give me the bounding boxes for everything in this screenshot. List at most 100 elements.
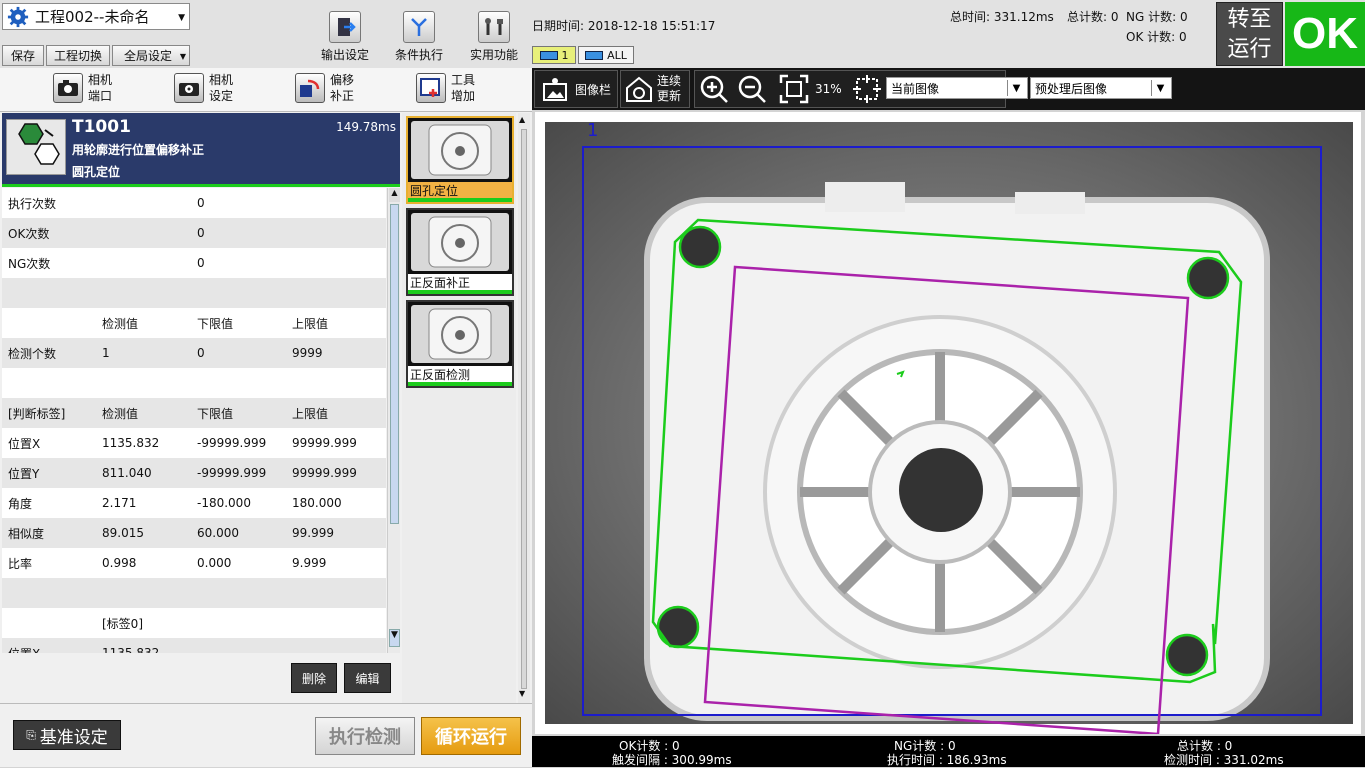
current-image-select[interactable]: 当前图像 ▼ [886,77,1028,99]
branch-icon [403,11,435,43]
table-cell: 相似度 [8,526,45,541]
table-row[interactable]: 位置X 1135.832 [2,638,386,653]
table-cell: -180.000 [197,496,251,510]
loop-run-button[interactable]: 循环运行 [421,717,521,755]
camera-port-button[interactable]: 相机 端口 [53,72,112,104]
table-row[interactable]: 位置X 1135.832 -99999.999 99999.999 [2,428,386,458]
tool-time: 149.78ms [336,120,396,134]
export-icon [329,11,361,43]
table-row[interactable] [2,368,386,398]
scroll-up-icon[interactable]: ▲ [519,115,525,124]
region-select-icon[interactable] [850,72,884,106]
detected-hole [656,605,700,649]
table-row[interactable]: 检测个数 1 0 9999 [2,338,386,368]
table-cell: -99999.999 [197,436,267,450]
current-tool-header: T1001 149.78ms 用轮廓进行位置偏移补正 圆孔定位 [2,113,400,185]
table-cell: 1 [102,346,110,360]
global-settings-button[interactable]: 全局设定 ▼ [112,45,190,66]
delete-button[interactable]: 删除 [291,663,337,693]
total-time-display: 总时间: 331.12ms [950,8,1054,25]
table-cell: -99999.999 [197,466,267,480]
condition-exec-button[interactable]: 条件执行 [391,11,447,63]
tool-offset-l1: 偏移 [330,73,355,87]
image-toolbar: 图像栏 连续 更新 31% 当前图像 ▼ 预处理后图像 ▼ [532,68,1365,110]
continuous-update-button[interactable]: 连续 更新 [620,70,690,108]
thumb-item-side-inspect[interactable]: 正反面检测 [406,300,514,388]
tool-camera-port-l1: 相机 [88,73,113,87]
scroll-up-icon[interactable]: ▲ [389,188,400,202]
total-count-label: 总计数: [1067,10,1108,24]
table-scrollbar[interactable]: ▲ ▼ [387,188,400,653]
camera-icon [539,50,558,60]
image-bar-button[interactable]: 图像栏 [534,70,618,108]
offset-correction-button[interactable]: 偏移 补正 [295,72,354,104]
fit-screen-icon[interactable] [777,72,811,106]
camera-icon [53,73,83,103]
scroll-down-icon[interactable]: ▼ [519,689,525,698]
table-row[interactable]: 比率 0.998 0.000 9.999 [2,548,386,578]
continuous-label-2: 更新 [657,89,682,103]
edit-button[interactable]: 编辑 [344,663,391,693]
table-cell: 99999.999 [292,436,357,450]
reference-settings-label: 基准设定 [39,727,108,748]
tool-id: T1001 [72,117,131,137]
table-cell: 角度 [8,496,33,511]
table-row[interactable]: OK次数 0 [2,218,386,248]
detected-hole [1186,256,1230,300]
table-cell: 811.040 [102,466,152,480]
table-cell: 60.000 [197,526,239,540]
table-row[interactable] [2,278,386,308]
table-cell: 比率 [8,556,33,571]
table-row[interactable]: 执行次数 0 [2,188,386,218]
table-row[interactable] [2,578,386,608]
switch-project-button[interactable]: 工程切换 [46,45,110,66]
camera-gear-icon [174,73,204,103]
scrollbar-thumb[interactable] [521,129,527,689]
zoom-in-icon[interactable] [697,72,731,106]
table-cell: 检测值 [102,316,139,331]
table-row[interactable]: NG次数 0 [2,248,386,278]
result-table: 执行次数 0 OK次数 0 NG次数 0 检测值 下限值 上限值 检测个数 1 0 9999 [判断标签]… [2,188,386,653]
preprocessed-image-select[interactable]: 预处理后图像 ▼ [1030,77,1172,99]
project-selector[interactable]: 工程002--未命名 ▼ [2,3,190,30]
tool-status-bar [2,184,400,187]
image-viewport[interactable]: 1 [535,112,1361,736]
thumb-status-bar [408,382,512,386]
output-settings-button[interactable]: 输出设定 [317,11,373,63]
ok-count-label: OK 计数: [1126,30,1176,44]
offset-icon [295,73,325,103]
table-cell: 下限值 [197,406,234,421]
execute-inspection-button[interactable]: 执行检测 [315,717,415,755]
part-tab [1015,192,1085,214]
thumb-image [411,121,509,179]
table-row[interactable]: [判断标签] 检测值 下限值 上限值 [2,398,386,428]
scroll-down-icon[interactable]: ▼ [389,629,400,647]
table-row[interactable]: 相似度 89.015 60.000 99.999 [2,518,386,548]
tool-description: 用轮廓进行位置偏移补正 [72,143,205,157]
camera-tab-1[interactable]: 1 [532,46,576,64]
zoom-out-icon[interactable] [735,72,769,106]
table-row[interactable]: [标签0] [2,608,386,638]
reference-settings-button[interactable]: ⎘ 基准设定 [13,720,121,750]
utilities-button[interactable]: 实用功能 [466,11,522,63]
camera-tab-all[interactable]: ALL [578,46,634,64]
table-cell: 2.171 [102,496,137,510]
table-row[interactable]: 位置Y 811.040 -99999.999 99999.999 [2,458,386,488]
scrollbar-thumb[interactable] [390,204,399,524]
go-to-run-button[interactable]: 转至 运行 [1216,2,1283,66]
inspection-image[interactable]: 1 [535,112,1361,736]
table-cell: 180.000 [292,496,342,510]
table-cell: 0.000 [197,556,232,570]
thumb-item-hole-locate[interactable]: 圆孔定位 [406,116,514,204]
add-tool-button[interactable]: 工具 增加 [416,72,475,104]
thumb-item-side-correct[interactable]: 正反面补正 [406,208,514,296]
table-row[interactable]: 检测值 下限值 上限值 [2,308,386,338]
save-button[interactable]: 保存 [2,45,44,66]
run-label-1: 转至 [1227,7,1272,32]
project-name: 工程002--未命名 [35,8,150,26]
thumbnail-scrollbar[interactable]: ▲ ▼ [518,113,530,703]
table-row[interactable]: 角度 2.171 -180.000 180.000 [2,488,386,518]
camera-settings-button[interactable]: 相机 设定 [174,72,233,104]
global-settings-label: 全局设定 [124,49,173,63]
chevron-down-icon: ▼ [178,13,185,23]
